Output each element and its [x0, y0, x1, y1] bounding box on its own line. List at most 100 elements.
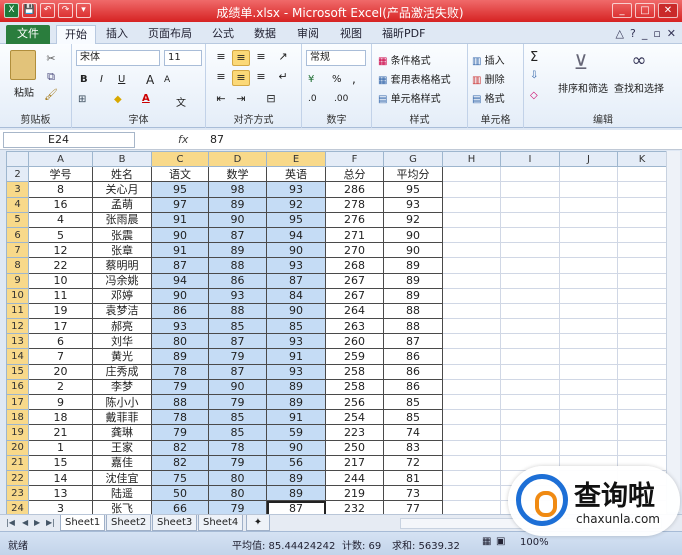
row-header[interactable]: 22 — [6, 469, 29, 487]
tab-data[interactable]: 数据 — [254, 25, 282, 44]
column-header-i[interactable]: I — [500, 150, 560, 168]
cell-k18[interactable] — [617, 409, 667, 426]
cell-h3[interactable] — [442, 181, 501, 198]
cell-c17[interactable]: 88 — [151, 393, 209, 411]
cell-f23[interactable]: 219 — [325, 485, 384, 502]
cell-b23[interactable]: 陆遥 — [92, 485, 152, 502]
cut-icon[interactable]: ✂ — [44, 52, 58, 65]
cell-h21[interactable] — [442, 454, 501, 471]
cell-g17[interactable]: 85 — [383, 393, 443, 411]
cell-d23[interactable]: 80 — [208, 485, 267, 502]
cell-k19[interactable] — [617, 424, 667, 441]
cell-e2[interactable]: 英语 — [266, 166, 326, 183]
formula-input[interactable]: 87 — [210, 133, 224, 146]
cell-c19[interactable]: 79 — [151, 424, 209, 441]
cell-i6[interactable] — [500, 226, 560, 244]
cell-h4[interactable] — [442, 196, 501, 213]
cell-i14[interactable] — [500, 348, 560, 365]
customize-quick-access-icon[interactable]: ▾ — [76, 3, 91, 18]
cell-e10[interactable]: 84 — [266, 287, 326, 304]
cell-e7[interactable]: 90 — [266, 242, 326, 259]
increase-decimal-button[interactable]: .0 — [308, 94, 317, 104]
cell-i4[interactable] — [500, 196, 560, 213]
cell-b6[interactable]: 张震 — [92, 226, 152, 244]
cell-b19[interactable]: 龚琳 — [92, 424, 152, 441]
cell-g18[interactable]: 85 — [383, 409, 443, 426]
column-header-g[interactable]: G — [383, 150, 443, 168]
save-icon[interactable]: 💾 — [22, 3, 37, 18]
cell-c16[interactable]: 79 — [151, 378, 209, 396]
cell-i8[interactable] — [500, 257, 560, 274]
doc-close-icon[interactable]: ✕ — [667, 27, 676, 40]
cell-g2[interactable]: 平均分 — [383, 166, 443, 183]
cell-g5[interactable]: 92 — [383, 211, 443, 228]
cell-e20[interactable]: 90 — [266, 439, 326, 456]
cell-a8[interactable]: 22 — [28, 257, 93, 274]
cell-j12[interactable] — [559, 318, 618, 335]
font-color-button[interactable]: A — [142, 93, 150, 104]
delete-cells-button[interactable]: ▥ 删除 — [472, 71, 505, 86]
cell-i2[interactable] — [500, 166, 560, 183]
tab-foxit-pdf[interactable]: 福昕PDF — [382, 25, 442, 44]
fill-color-button[interactable]: ◆ — [114, 94, 122, 105]
sheet-tab-sheet3[interactable]: Sheet3 — [152, 515, 198, 531]
row-header[interactable]: 11 — [6, 302, 29, 320]
cell-b18[interactable]: 戴菲菲 — [92, 409, 152, 426]
fill-button[interactable]: ⇩ — [530, 70, 538, 81]
cell-g16[interactable]: 86 — [383, 378, 443, 396]
cell-i3[interactable] — [500, 181, 560, 198]
cell-d9[interactable]: 86 — [208, 272, 267, 289]
cell-j5[interactable] — [559, 211, 618, 228]
cell-a12[interactable]: 17 — [28, 318, 93, 335]
cell-d17[interactable]: 79 — [208, 393, 267, 411]
paste-icon[interactable] — [10, 50, 36, 80]
cell-k10[interactable] — [617, 287, 667, 304]
cell-k13[interactable] — [617, 333, 667, 350]
format-painter-icon[interactable]: 🖌 — [44, 88, 58, 101]
cell-f15[interactable]: 258 — [325, 363, 384, 380]
cell-d8[interactable]: 88 — [208, 257, 267, 274]
cell-f22[interactable]: 244 — [325, 469, 384, 487]
cell-d10[interactable]: 93 — [208, 287, 267, 304]
cell-c2[interactable]: 语文 — [151, 166, 209, 183]
cell-i19[interactable] — [500, 424, 560, 441]
cell-d16[interactable]: 90 — [208, 378, 267, 396]
cell-c18[interactable]: 78 — [151, 409, 209, 426]
cell-j16[interactable] — [559, 378, 618, 396]
cell-a2[interactable]: 学号 — [28, 166, 93, 183]
cell-b14[interactable]: 黄光 — [92, 348, 152, 365]
cell-h7[interactable] — [442, 242, 501, 259]
cell-g10[interactable]: 89 — [383, 287, 443, 304]
cell-b13[interactable]: 刘华 — [92, 333, 152, 350]
cell-a18[interactable]: 18 — [28, 409, 93, 426]
cell-g13[interactable]: 87 — [383, 333, 443, 350]
minimize-button[interactable]: _ — [612, 3, 632, 18]
cell-k15[interactable] — [617, 363, 667, 380]
tab-view[interactable]: 视图 — [340, 25, 368, 44]
cell-g21[interactable]: 72 — [383, 454, 443, 471]
cell-c21[interactable]: 82 — [151, 454, 209, 471]
bold-button[interactable]: B — [80, 74, 88, 85]
cell-f11[interactable]: 264 — [325, 302, 384, 320]
row-header[interactable]: 13 — [6, 333, 29, 350]
cell-g9[interactable]: 89 — [383, 272, 443, 289]
cell-j11[interactable] — [559, 302, 618, 320]
insert-function-icon[interactable]: fx — [178, 133, 188, 146]
cell-a13[interactable]: 6 — [28, 333, 93, 350]
cell-f7[interactable]: 270 — [325, 242, 384, 259]
cell-j20[interactable] — [559, 439, 618, 456]
column-header-c[interactable]: C — [151, 150, 209, 168]
phonetic-button[interactable]: 文 — [176, 94, 186, 109]
cell-d14[interactable]: 79 — [208, 348, 267, 365]
cell-b21[interactable]: 嘉佳 — [92, 454, 152, 471]
maximize-button[interactable]: □ — [635, 3, 655, 18]
merge-center-icon[interactable]: ⊟ — [256, 92, 286, 108]
cell-b8[interactable]: 蔡明明 — [92, 257, 152, 274]
cell-g23[interactable]: 73 — [383, 485, 443, 502]
cell-c5[interactable]: 91 — [151, 211, 209, 228]
cell-d13[interactable]: 87 — [208, 333, 267, 350]
cell-c9[interactable]: 94 — [151, 272, 209, 289]
cell-a19[interactable]: 21 — [28, 424, 93, 441]
cell-e12[interactable]: 85 — [266, 318, 326, 335]
cell-b15[interactable]: 庄秀成 — [92, 363, 152, 380]
